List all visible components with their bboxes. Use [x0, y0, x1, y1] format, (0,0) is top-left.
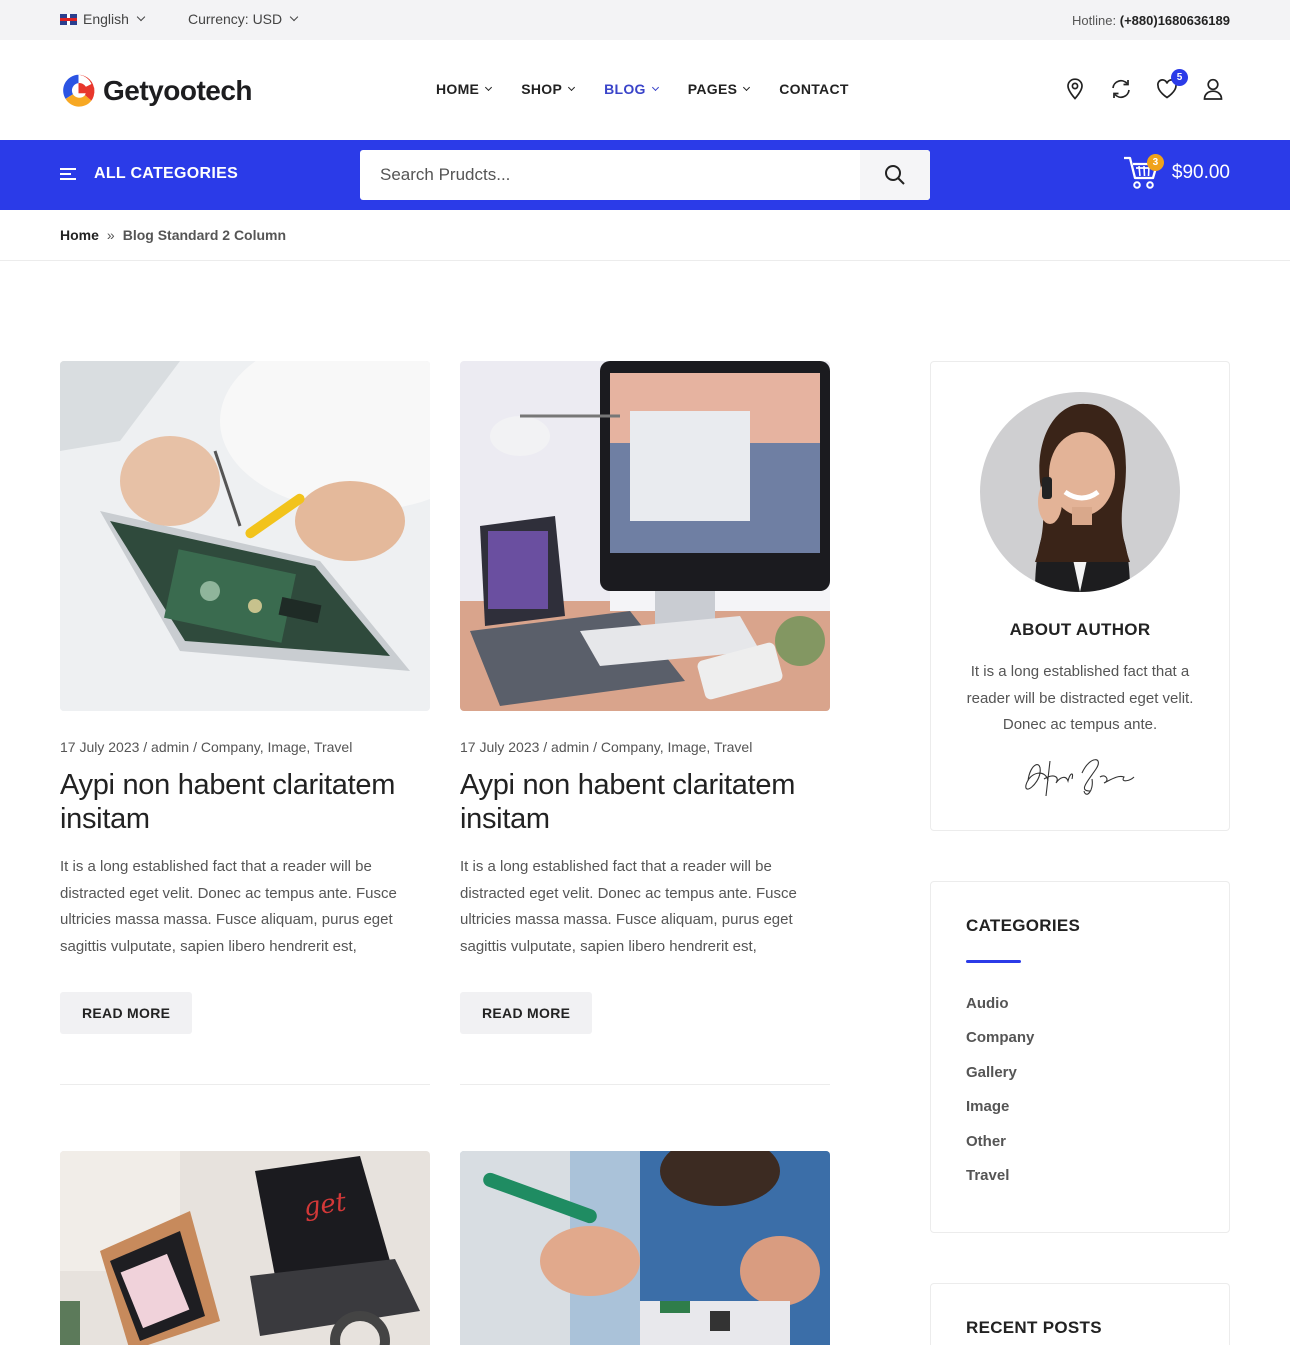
post-divider — [60, 1084, 430, 1085]
category-search-bar: ALL CATEGORIES 3 $90.00 — [0, 140, 1290, 210]
blog-post-card — [460, 1151, 830, 1345]
search-input[interactable] — [360, 150, 860, 200]
about-author-widget: ABOUT AUTHOR It is a long established fa… — [930, 361, 1230, 831]
search-icon — [885, 165, 905, 185]
nav-pages[interactable]: PAGES — [687, 81, 751, 97]
post-excerpt: It is a long established fact that a rea… — [60, 858, 397, 955]
post-title[interactable]: Aypi non habent claritatem insitam — [60, 768, 430, 836]
currency-selector[interactable]: Currency: USD — [188, 11, 299, 27]
product-search — [360, 150, 930, 200]
recent-posts-widget: RECENT POSTS — [930, 1283, 1230, 1345]
cart-icon: 3 — [1122, 154, 1164, 191]
all-categories-label: ALL CATEGORIES — [94, 165, 239, 182]
location-pin-icon[interactable] — [1064, 77, 1086, 101]
categories-title: CATEGORIES — [966, 916, 1081, 935]
main-header: Getyootech HOME SHOP BLOG PAGES CONTACT — [0, 40, 1290, 140]
compare-refresh-icon[interactable] — [1110, 77, 1132, 101]
post-divider — [460, 1084, 830, 1085]
chevron-down-icon — [568, 83, 576, 91]
category-item-image[interactable]: Image — [966, 1098, 1229, 1132]
category-list: Audio Company Gallery Image Other Travel — [966, 995, 1229, 1201]
breadcrumb-home-link[interactable]: Home — [60, 227, 99, 243]
category-item-travel[interactable]: Travel — [966, 1167, 1229, 1201]
wishlist-count-badge: 5 — [1171, 69, 1188, 86]
categories-widget: CATEGORIES Audio Company Gallery Image O… — [930, 881, 1230, 1233]
post-thumbnail[interactable] — [60, 361, 430, 711]
category-item-gallery[interactable]: Gallery — [966, 1064, 1229, 1098]
mini-cart[interactable]: 3 $90.00 — [1122, 154, 1230, 191]
all-categories-button[interactable]: ALL CATEGORIES — [60, 165, 238, 183]
read-more-button[interactable]: READ MORE — [460, 992, 593, 1034]
svg-text:get: get — [302, 1187, 349, 1223]
hotline: Hotline: (+880)1680636189 — [1072, 13, 1230, 28]
menu-lines-icon — [60, 168, 76, 180]
breadcrumb-separator: » — [106, 227, 115, 243]
nav-blog-label: BLOG — [604, 81, 646, 97]
logo-mark-icon — [63, 74, 95, 107]
breadcrumb: Home » Blog Standard 2 Column — [0, 210, 1290, 261]
chevron-down-icon — [651, 83, 659, 91]
author-signature-image — [931, 751, 1229, 806]
nav-home[interactable]: HOME — [436, 81, 493, 97]
blog-post-card: 17 July 2023 / admin / Company, Image, T… — [460, 361, 830, 1085]
nav-contact[interactable]: CONTACT — [779, 81, 849, 97]
nav-shop-label: SHOP — [521, 81, 563, 97]
post-thumbnail[interactable] — [460, 361, 830, 711]
post-title[interactable]: Aypi non habent claritatem insitam — [460, 768, 830, 836]
chevron-down-icon — [485, 83, 493, 91]
blog-post-card: 17 July 2023 / admin / Company, Image, T… — [60, 361, 430, 1085]
nav-shop[interactable]: SHOP — [521, 81, 576, 97]
blog-post-card: get — [60, 1151, 430, 1345]
recent-posts-title: RECENT POSTS — [966, 1318, 1102, 1337]
author-avatar — [980, 392, 1180, 592]
language-label: English — [83, 11, 129, 27]
nav-pages-label: PAGES — [687, 81, 738, 97]
read-more-button[interactable]: READ MORE — [60, 992, 193, 1034]
post-meta: 17 July 2023 / admin / Company, Image, T… — [460, 739, 753, 755]
chevron-down-icon — [743, 83, 751, 91]
category-item-company[interactable]: Company — [966, 1029, 1229, 1063]
breadcrumb-current: Blog Standard 2 Column — [122, 227, 287, 243]
cart-total: $90.00 — [1171, 162, 1230, 183]
author-title: ABOUT AUTHOR — [1009, 620, 1151, 639]
header-icons: 5 — [1064, 69, 1224, 101]
currency-label: Currency: USD — [188, 11, 283, 27]
user-account-icon[interactable] — [1202, 77, 1224, 101]
wishlist-heart-icon[interactable]: 5 — [1156, 69, 1188, 101]
category-item-other[interactable]: Other — [966, 1133, 1229, 1167]
post-excerpt: It is a long established fact that a rea… — [460, 858, 797, 955]
post-thumbnail[interactable] — [460, 1151, 830, 1345]
chevron-down-icon — [136, 12, 146, 22]
nav-blog[interactable]: BLOG — [604, 81, 659, 97]
hotline-number[interactable]: (+880)1680636189 — [1120, 13, 1230, 28]
post-meta: 17 July 2023 / admin / Company, Image, T… — [60, 739, 353, 755]
top-bar: English Currency: USD Hotline: (+880)168… — [0, 0, 1290, 40]
title-underline — [966, 960, 1021, 963]
post-thumbnail[interactable]: get — [60, 1151, 430, 1345]
main-nav: HOME SHOP BLOG PAGES CONTACT — [436, 81, 879, 97]
author-bio: It is a long established fact that a rea… — [966, 663, 1194, 733]
chevron-down-icon — [289, 12, 299, 22]
uk-flag-icon — [60, 13, 77, 25]
site-logo[interactable]: Getyootech — [60, 72, 253, 109]
cart-count-badge: 3 — [1146, 154, 1164, 171]
logo-text: Getyootech — [103, 74, 253, 106]
hotline-label: Hotline: — [1072, 13, 1117, 28]
nav-contact-label: CONTACT — [779, 81, 849, 97]
nav-home-label: HOME — [436, 81, 480, 97]
category-item-audio[interactable]: Audio — [966, 995, 1229, 1029]
search-button[interactable] — [860, 150, 930, 200]
language-selector[interactable]: English — [60, 11, 146, 27]
